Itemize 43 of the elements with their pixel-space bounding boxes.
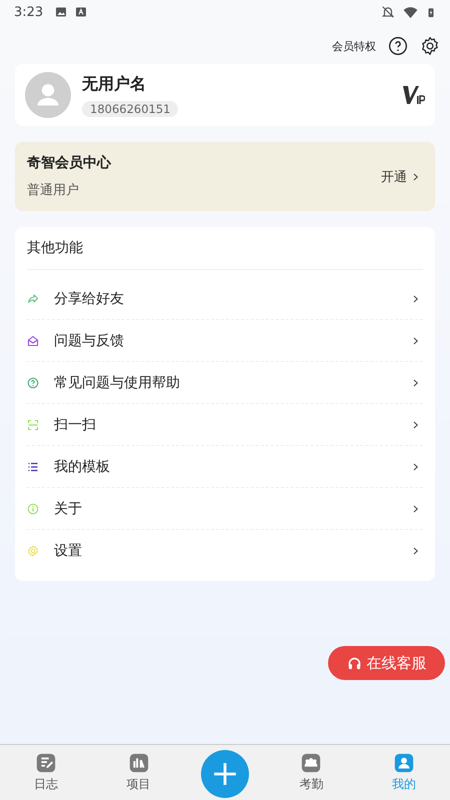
- headset-icon: [346, 656, 362, 670]
- membership-title: 奇智会员中心: [27, 154, 112, 172]
- plus-icon: [212, 760, 238, 786]
- nav-tab[interactable]: 考勤: [281, 752, 342, 793]
- membership-level: 普通用户: [27, 182, 80, 199]
- menu-item[interactable]: 我的模板: [27, 446, 423, 488]
- chevron-right-icon: [412, 502, 420, 514]
- settings-icon[interactable]: [420, 36, 440, 56]
- chevron-right-icon: [412, 292, 420, 304]
- text-icon: [75, 6, 88, 18]
- bell-off-icon: [381, 5, 395, 19]
- vip-icon: [401, 83, 425, 107]
- help-icon[interactable]: [388, 36, 408, 56]
- nav-tab[interactable]: 项目: [108, 752, 169, 793]
- menu-item[interactable]: 设置: [27, 530, 423, 571]
- menu-item[interactable]: 分享给好友: [27, 278, 423, 320]
- chevron-right-icon: [412, 418, 420, 430]
- chevron-right-icon: [412, 334, 420, 346]
- phone-number: 18066260151: [82, 100, 178, 116]
- chevron-right-icon: [412, 544, 420, 556]
- status-time: 3:23: [14, 4, 44, 20]
- nav-tab[interactable]: 日志: [16, 752, 76, 793]
- notepad-icon: [35, 752, 58, 774]
- chevron-right-icon: [412, 376, 420, 388]
- menu-item[interactable]: 扫一扫: [27, 404, 423, 446]
- people-icon: [300, 752, 322, 774]
- section-title: 其他功能: [27, 227, 423, 270]
- privileges-link[interactable]: 会员特权: [332, 38, 376, 54]
- activate-link[interactable]: 开通: [381, 168, 407, 186]
- avatar-icon: [25, 72, 71, 118]
- profile-card[interactable]: 无用户名 18066260151: [15, 64, 435, 126]
- user-name: 无用户名: [82, 74, 147, 94]
- person-icon: [392, 752, 415, 774]
- chevron-right-icon: [412, 460, 420, 472]
- books-icon: [128, 752, 150, 774]
- menu-item[interactable]: 问题与反馈: [27, 320, 423, 362]
- image-icon: [55, 6, 68, 18]
- membership-card[interactable]: 奇智会员中心 普通用户 开通: [15, 142, 435, 211]
- chevron-right-icon: [412, 170, 420, 182]
- menu-item[interactable]: 关于: [27, 488, 423, 530]
- wifi-icon: [403, 4, 418, 20]
- support-button[interactable]: 在线客服: [328, 646, 445, 680]
- menu-item[interactable]: 常见问题与使用帮助: [27, 362, 423, 404]
